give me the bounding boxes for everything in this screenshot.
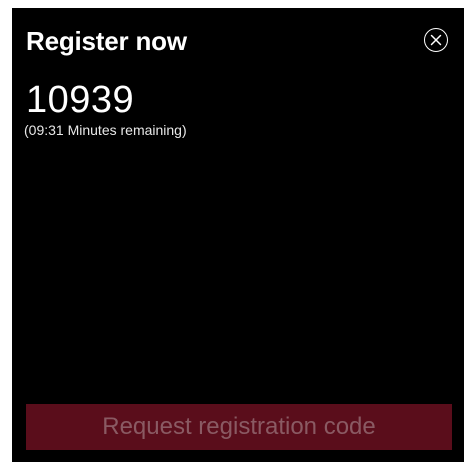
- dialog-title: Register now: [26, 26, 187, 56]
- register-dialog: Register now 10939 (09:31 Minutes remain…: [12, 8, 464, 462]
- close-button[interactable]: [424, 28, 448, 52]
- close-icon: [430, 34, 442, 46]
- registration-code: 10939: [26, 79, 135, 121]
- time-remaining-text: (09:31 Minutes remaining): [24, 122, 187, 138]
- request-registration-code-button[interactable]: Request registration code: [26, 404, 452, 450]
